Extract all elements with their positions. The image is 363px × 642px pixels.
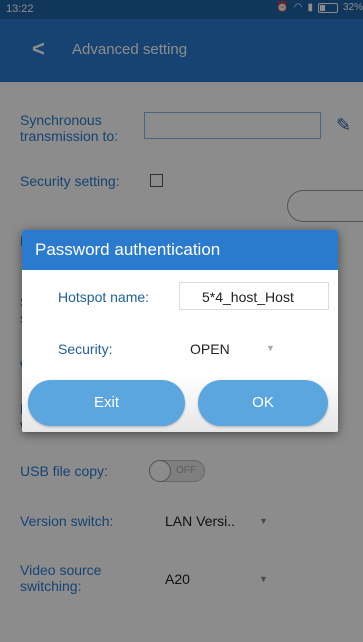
ok-button[interactable]: OK <box>198 380 328 426</box>
chevron-down-icon[interactable]: ▼ <box>266 343 275 353</box>
security-label: Security: <box>58 341 113 357</box>
dialog-button-row: Exit OK <box>22 376 338 432</box>
password-dialog: Password authentication Hotspot name: 5*… <box>22 230 338 432</box>
hotspot-name-value: 5*4_host_Host <box>202 289 294 305</box>
hotspot-name-label: Hotspot name: <box>58 289 150 305</box>
hotspot-name-input[interactable]: 5*4_host_Host <box>179 282 329 310</box>
dialog-title: Password authentication <box>35 240 221 259</box>
exit-button[interactable]: Exit <box>28 380 185 426</box>
dialog-header: Password authentication <box>22 230 338 270</box>
security-value[interactable]: OPEN <box>190 341 230 357</box>
